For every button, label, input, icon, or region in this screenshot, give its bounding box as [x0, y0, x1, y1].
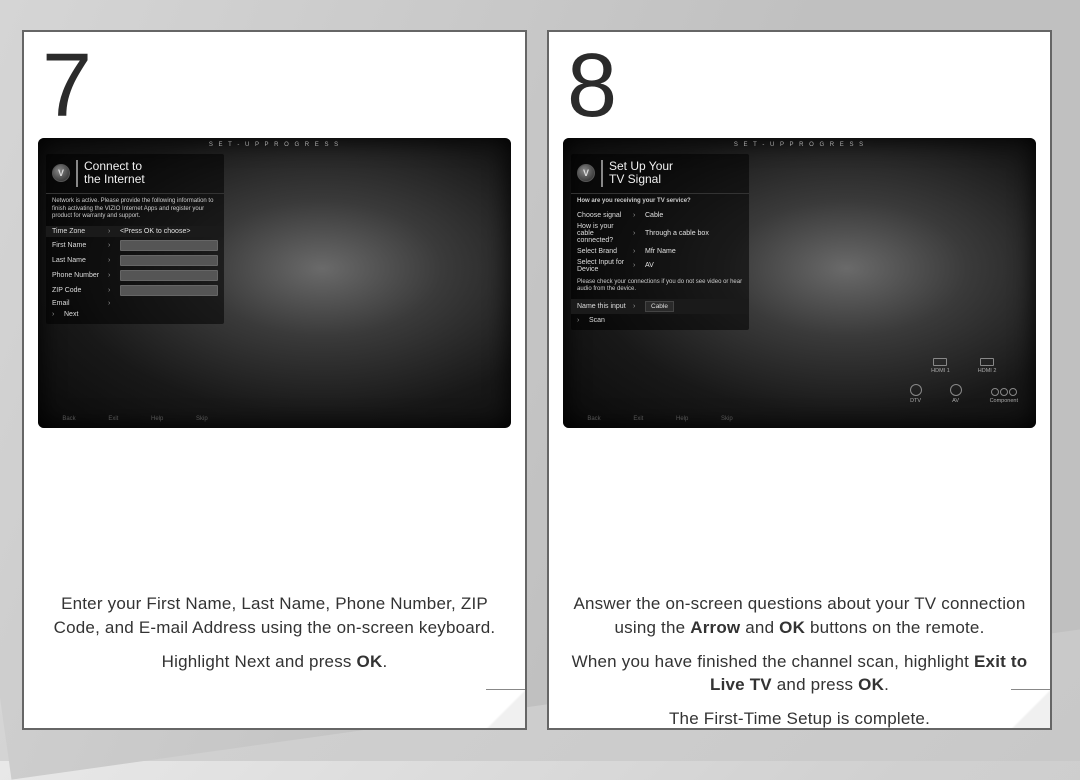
- hdmi-icon: [933, 358, 947, 366]
- tv-check-connections: Please check your connections if you do …: [571, 275, 749, 298]
- chevron-right-icon: ›: [108, 228, 116, 235]
- chevron-right-icon: ›: [108, 300, 116, 307]
- row-lastname[interactable]: Last Name ›: [46, 253, 224, 268]
- row-scan[interactable]: › Scan: [571, 315, 749, 326]
- chevron-right-icon: ›: [633, 303, 641, 310]
- row-phone[interactable]: Phone Number ›: [46, 268, 224, 283]
- chevron-right-icon: ›: [108, 287, 116, 294]
- av-icon: [950, 384, 962, 396]
- port-component: Component: [990, 388, 1018, 404]
- row-name-input[interactable]: Name this input › Cable: [571, 299, 749, 314]
- chevron-right-icon: ›: [633, 248, 641, 255]
- tv-panel-desc: Network is active. Please provide the fo…: [46, 194, 224, 225]
- chevron-right-icon: ›: [633, 212, 641, 219]
- tv-screenshot-7: S E T - U P P R O G R E S S V Connect to…: [38, 138, 511, 428]
- step-7-card: 7 S E T - U P P R O G R E S S V Connect …: [22, 30, 527, 730]
- row-next[interactable]: › Next: [46, 309, 224, 320]
- tv-setup-panel: V Set Up Your TV Signal How are you rece…: [571, 154, 749, 330]
- row-firstname[interactable]: First Name ›: [46, 238, 224, 253]
- phone-input: [120, 270, 218, 281]
- firstname-input: [120, 240, 218, 251]
- port-av: AV: [950, 384, 962, 404]
- chevron-right-icon: ›: [633, 262, 641, 269]
- zip-input: [120, 285, 218, 296]
- step-number: 8: [549, 32, 1050, 130]
- step-number: 7: [24, 32, 525, 130]
- row-select-brand[interactable]: Select Brand › Mfr Name: [571, 246, 749, 257]
- port-hdmi2: HDMI 2: [978, 358, 997, 374]
- component-icon: [991, 388, 1017, 396]
- tv-panel-title: Set Up Your TV Signal: [601, 160, 673, 188]
- tv-panel-title: Connect to the Internet: [76, 160, 145, 188]
- page-corner-icon: [1011, 689, 1051, 729]
- chevron-right-icon: ›: [108, 257, 116, 264]
- tv-progress-label: S E T - U P P R O G R E S S: [38, 142, 511, 148]
- tv-bottom-buttons: Back Exit Help Skip: [46, 416, 224, 422]
- chevron-right-icon: ›: [108, 242, 116, 249]
- lastname-input: [120, 255, 218, 266]
- tv-bottom-buttons: Back Exit Help Skip: [571, 416, 749, 422]
- tv-progress-label: S E T - U P P R O G R E S S: [563, 142, 1036, 148]
- row-cable-connected[interactable]: How is your cableconnected? › Through a …: [571, 221, 749, 246]
- row-zip[interactable]: ZIP Code ›: [46, 283, 224, 298]
- tv-setup-panel: V Connect to the Internet Network is act…: [46, 154, 224, 324]
- coax-icon: [910, 384, 922, 396]
- port-hdmi1: HDMI 1: [931, 358, 950, 374]
- step-7-caption: Enter your First Name, Last Name, Phone …: [44, 592, 505, 683]
- hdmi-icon: [980, 358, 994, 366]
- port-dtv: DTV: [910, 384, 922, 404]
- tv-question: How are you receiving your TV service?: [571, 194, 749, 210]
- step-8-caption: Answer the on-screen questions about you…: [569, 592, 1030, 730]
- vizio-logo-icon: V: [52, 164, 70, 182]
- vizio-logo-icon: V: [577, 164, 595, 182]
- row-email[interactable]: Email ›: [46, 298, 224, 309]
- step-8-card: 8 S E T - U P P R O G R E S S V Set Up Y…: [547, 30, 1052, 730]
- tv-screenshot-8: S E T - U P P R O G R E S S V Set Up You…: [563, 138, 1036, 428]
- page-corner-icon: [486, 689, 526, 729]
- row-choose-signal[interactable]: Choose signal › Cable: [571, 210, 749, 221]
- tv-port-icons: HDMI 1 HDMI 2 DTV AV: [910, 358, 1018, 404]
- row-timezone[interactable]: Time Zone › <Press OK to choose>: [46, 226, 224, 237]
- row-select-input[interactable]: Select Input forDevice › AV: [571, 257, 749, 275]
- chevron-right-icon: ›: [633, 230, 641, 237]
- chevron-right-icon: ›: [108, 272, 116, 279]
